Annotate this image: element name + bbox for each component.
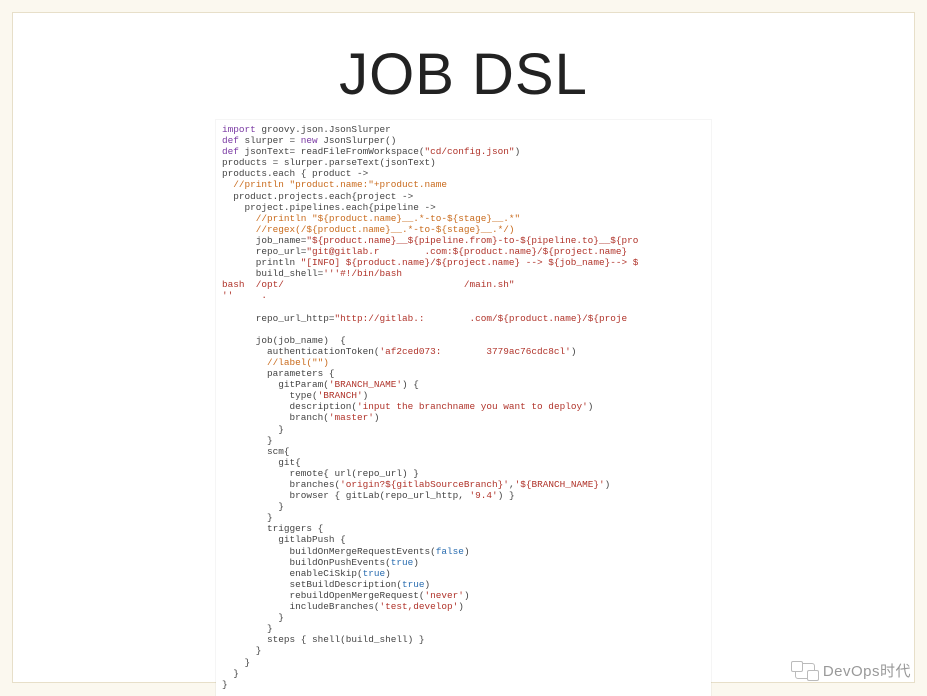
code-token: import (222, 124, 256, 135)
code-token: def (222, 146, 239, 157)
code-line: } (222, 512, 273, 523)
code-token: 'master' (329, 412, 374, 423)
code-token: "${product.name}__${pipeline.from}-to-${… (306, 235, 638, 246)
code-token: includeBranches( (222, 601, 380, 612)
code-line: git{ (222, 457, 301, 468)
code-line: gitlabPush { (222, 534, 346, 545)
code-token: println (222, 257, 301, 268)
watermark-label: DevOps时代 (823, 660, 911, 681)
code-token: "git@gitlab.r .com:${product.name}/${pro… (306, 246, 627, 257)
slide-title: JOB DSL (13, 41, 914, 108)
code-token: browser { gitLab(repo_url_http, (222, 490, 470, 501)
code-token: groovy.json.JsonSlurper (256, 124, 391, 135)
code-line: product.projects.each{project -> (222, 191, 413, 202)
code-line: products = slurper.parseText(jsonText) (222, 157, 436, 168)
code-line: triggers { (222, 523, 323, 534)
code-token: 'input the branchname you want to deploy… (357, 401, 588, 412)
code-token: enableCiSkip( (222, 568, 363, 579)
code-token: gitParam( (222, 379, 329, 390)
code-token: ) (425, 579, 431, 590)
code-token: 'origin?${gitlabSourceBranch}' (340, 479, 509, 490)
watermark: DevOps时代 (795, 660, 911, 681)
code-token: ) (571, 346, 577, 357)
code-comment: //label("") (222, 357, 329, 368)
code-token: repo_url= (222, 246, 306, 257)
code-token: JsonSlurper() (318, 135, 397, 146)
code-token: authenticationToken( (222, 346, 380, 357)
code-token: jsonText= readFileFromWorkspace( (239, 146, 425, 157)
code-token: type( (222, 390, 318, 401)
code-token: ) (605, 479, 611, 490)
code-line: } (222, 623, 273, 634)
code-token: '${BRANCH_NAME}' (515, 479, 605, 490)
code-token: true (391, 557, 414, 568)
code-line: remote{ url(repo_url) } (222, 468, 419, 479)
code-token: new (301, 135, 318, 146)
code-token: 'test,develop' (380, 601, 459, 612)
code-line: job(job_name) { (222, 335, 346, 346)
code-token: 'BRANCH' (318, 390, 363, 401)
code-token: ) (464, 546, 470, 557)
code-token: setBuildDescription( (222, 579, 402, 590)
code-line: } (222, 645, 261, 656)
code-token: "cd/config.json" (425, 146, 515, 157)
code-token: '' . (222, 290, 267, 301)
code-token: true (402, 579, 425, 590)
code-token: rebuildOpenMergeRequest( (222, 590, 425, 601)
code-token: build_shell= (222, 268, 323, 279)
code-line: parameters { (222, 368, 335, 379)
code-token: ) (464, 590, 470, 601)
code-line: } (222, 424, 284, 435)
code-token: 'af2ced073: 3779ac76cdc8cl' (380, 346, 571, 357)
code-token: branches( (222, 479, 340, 490)
code-comment: //regex(/${product.name}__.*-to-${stage}… (222, 224, 515, 235)
code-line: } (222, 668, 239, 679)
code-comment: //println "${product.name}__.*-to-${stag… (222, 213, 520, 224)
code-token: ) (515, 146, 521, 157)
code-token: ) (413, 557, 419, 568)
code-line: products.each { product -> (222, 168, 368, 179)
code-token: description( (222, 401, 357, 412)
code-token: ) (458, 601, 464, 612)
code-token: ) (374, 412, 380, 423)
code-token: bash /opt/ /main.sh" (222, 279, 515, 290)
code-line: } (222, 435, 273, 446)
code-token: buildOnPushEvents( (222, 557, 391, 568)
code-token: '''#!/bin/bash (323, 268, 402, 279)
code-token: true (363, 568, 386, 579)
code-line: scm{ (222, 446, 290, 457)
code-token: ) (385, 568, 391, 579)
chat-bubbles-icon (795, 663, 815, 679)
code-line: } (222, 679, 228, 690)
code-line: steps { shell(build_shell) } (222, 634, 425, 645)
code-token: buildOnMergeRequestEvents( (222, 546, 436, 557)
code-line: project.pipelines.each{pipeline -> (222, 202, 436, 213)
code-token: ) (363, 390, 369, 401)
code-token: job_name= (222, 235, 306, 246)
code-token: false (436, 546, 464, 557)
code-line: } (222, 657, 250, 668)
code-token: branch( (222, 412, 329, 423)
slide-frame: JOB DSL import groovy.json.JsonSlurper d… (12, 12, 915, 683)
code-token: "http://gitlab.: .com/${product.name}/${… (335, 313, 628, 324)
code-token: ) } (498, 490, 515, 501)
code-token: slurper = (239, 135, 301, 146)
code-token: "[INFO] ${product.name}/${project.name} … (301, 257, 639, 268)
code-token: 'never' (425, 590, 464, 601)
code-token: repo_url_http= (222, 313, 335, 324)
code-token: 'BRANCH_NAME' (329, 379, 402, 390)
code-comment: //println "product.name:"+product.name (222, 179, 447, 190)
code-token: ) (588, 401, 594, 412)
code-token: ) { (402, 379, 419, 390)
code-line: } (222, 501, 284, 512)
code-token: '9.4' (470, 490, 498, 501)
code-line: } (222, 612, 284, 623)
code-snippet: import groovy.json.JsonSlurper def slurp… (216, 120, 711, 696)
code-token: def (222, 135, 239, 146)
